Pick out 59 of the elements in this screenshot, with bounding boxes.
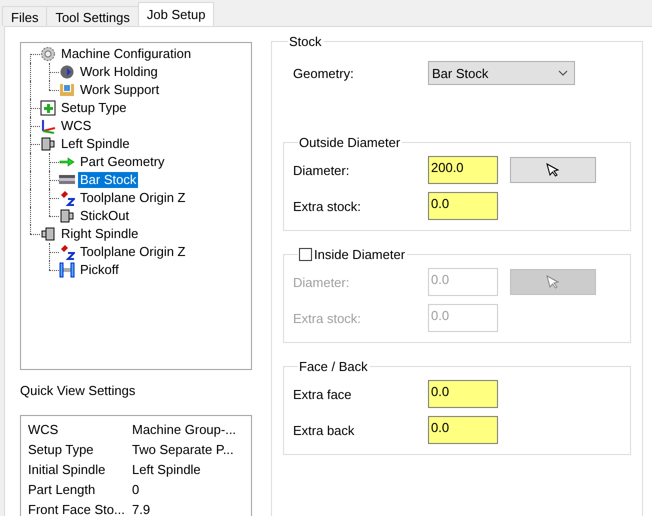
- cursor-icon: [546, 163, 560, 177]
- tree-item[interactable]: Bar Stock: [78, 172, 138, 188]
- tab[interactable]: Files: [2, 6, 48, 26]
- tree-item[interactable]: Setup Type: [59, 100, 129, 116]
- cursor-icon: [546, 275, 560, 289]
- chevron-down-icon: [558, 70, 568, 76]
- tree-item[interactable]: Machine Configuration: [59, 46, 194, 62]
- gear-icon: [40, 46, 56, 62]
- setting-name: Setup Type: [28, 442, 95, 456]
- pickoff-icon: [59, 262, 75, 278]
- setting-name: Part Length: [28, 482, 96, 496]
- tree-item[interactable]: Work Holding: [78, 64, 160, 80]
- input-field[interactable]: 0.0: [428, 380, 498, 408]
- group-title: Face / Back: [299, 359, 368, 374]
- axes-icon: [40, 118, 56, 134]
- spindle-icon: [40, 226, 56, 242]
- tree-item[interactable]: Part Geometry: [78, 154, 167, 170]
- field-label: Extra back: [293, 422, 356, 438]
- setting-name: Front Face Sto...: [28, 502, 126, 516]
- field-label: Geometry:: [293, 66, 355, 80]
- tree-item[interactable]: Left Spindle: [59, 136, 132, 152]
- tree-item[interactable]: WCS: [59, 118, 94, 134]
- field-label: Diameter:: [293, 274, 350, 290]
- field-label: Extra face: [293, 386, 353, 402]
- tab[interactable]: Job Setup: [138, 2, 214, 26]
- tree-item[interactable]: StickOut: [78, 208, 132, 224]
- field-label: Extra stock:: [293, 310, 362, 326]
- support-icon: [59, 82, 75, 98]
- origin-icon: [59, 244, 75, 260]
- group-title: Outside Diameter: [299, 135, 400, 150]
- pick-button[interactable]: [510, 157, 596, 183]
- setting-name: WCS: [28, 422, 60, 436]
- field-label: Diameter:: [293, 162, 350, 178]
- tab[interactable]: Tool Settings: [46, 6, 139, 26]
- field-label: Extra stock:: [293, 198, 362, 214]
- setting-value: 0: [132, 482, 140, 496]
- input-field[interactable]: 200.0: [428, 156, 498, 184]
- section-title: Quick View Settings: [20, 383, 136, 398]
- setting-value: 7.9: [132, 502, 150, 516]
- tree-item[interactable]: Right Spindle: [59, 226, 140, 242]
- setting-value: Two Separate P...: [132, 442, 234, 456]
- input-field[interactable]: 0.0: [428, 192, 498, 220]
- setting-name: Initial Spindle: [28, 462, 106, 476]
- spindle-icon: [40, 136, 56, 152]
- setting-value: Left Spindle: [132, 462, 201, 476]
- input-field[interactable]: 0.0: [428, 416, 498, 444]
- tree-item[interactable]: Toolplane Origin Z: [78, 190, 188, 206]
- group-title: Stock: [289, 34, 322, 49]
- tree-item[interactable]: Toolplane Origin Z: [78, 244, 188, 260]
- chuck-icon: [59, 64, 75, 80]
- tree-item[interactable]: Work Support: [78, 82, 162, 98]
- geometry-dropdown[interactable]: Bar Stock: [428, 61, 575, 85]
- origin-icon: [59, 190, 75, 206]
- group-title: Inside Diameter: [314, 247, 406, 262]
- checkbox[interactable]: [299, 248, 312, 261]
- spindle-icon: [59, 208, 75, 224]
- tree-item[interactable]: Pickoff: [78, 262, 121, 278]
- setting-value: Machine Group-...: [132, 422, 236, 436]
- setup-icon: [40, 100, 56, 116]
